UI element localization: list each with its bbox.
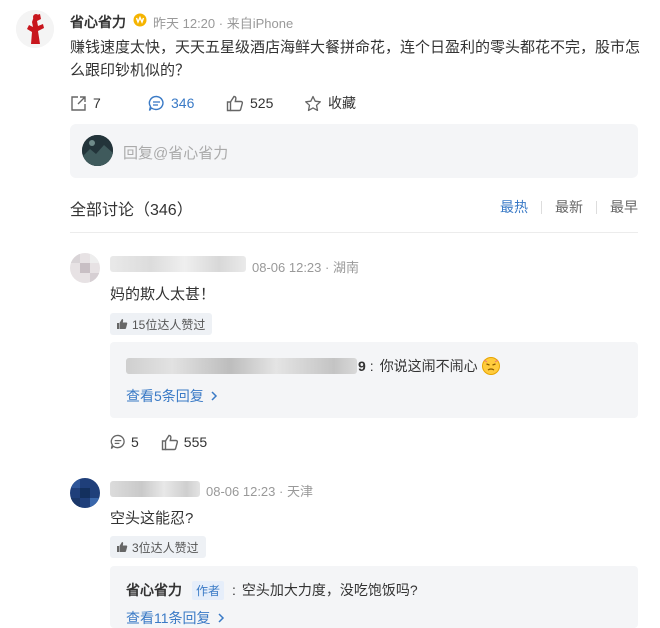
discussion-title: 全部讨论（346） [70, 202, 193, 219]
post-meta: 昨天 12:20 · 来自iPhone [153, 16, 294, 31]
like-button[interactable]: 525 [226, 92, 273, 114]
comment-username-blurred[interactable] [110, 481, 200, 497]
sub-replies-panel: 省心省力 作者 : 空头加大力度，没吃饱饭吗? 查看11条回复 [110, 566, 638, 628]
vip-badge-icon [133, 13, 147, 27]
annoyed-emoji-icon [481, 357, 500, 375]
post-username[interactable]: 省心省力 [70, 12, 126, 32]
thumbs-up-icon [226, 95, 244, 111]
comment-like-button[interactable]: 555 [161, 434, 207, 451]
colon: : [369, 358, 374, 374]
red-figure-icon [16, 10, 54, 48]
current-user-avatar [82, 135, 113, 166]
comment-text: 空头这能忍? [110, 510, 194, 527]
thumbs-up-icon [117, 542, 128, 552]
view-more-replies-label: 查看11条回复 [126, 610, 211, 626]
favorite-button[interactable]: 收藏 [304, 92, 356, 114]
sub-reply-text: 你说这闹不闹心 [379, 358, 478, 374]
sort-hot[interactable]: 最热 [500, 197, 528, 217]
sort-divider [596, 200, 597, 214]
comment-count: 346 [171, 95, 195, 111]
likes-badge-text: 3位达人赞过 [132, 540, 199, 555]
like-count: 525 [250, 95, 274, 111]
chevron-right-icon [218, 613, 224, 623]
divider [70, 232, 638, 233]
comment-meta: 08-06 12:23 · 湖南 [252, 260, 359, 275]
favorite-label: 收藏 [328, 95, 356, 111]
comment-actions: 5 555 [110, 432, 229, 452]
user-avatar[interactable] [16, 10, 54, 48]
likes-badge[interactable]: 3位达人赞过 [110, 536, 206, 558]
post-time: 昨天 12:20 [153, 16, 216, 31]
comment-reply-button[interactable]: 5 [110, 434, 139, 450]
comment-like-count: 555 [183, 434, 208, 450]
repost-icon [71, 95, 86, 111]
comment-location: 湖南 [332, 260, 359, 275]
star-icon [305, 95, 321, 111]
sub-reply: 9 : 你说这闹不闹心 [126, 356, 501, 376]
thumbs-up-icon [117, 319, 128, 329]
comment-date: 08-06 12:23 [206, 484, 276, 499]
comment-reply-count: 5 [131, 434, 139, 450]
dark-landscape-icon [82, 135, 113, 166]
post-actions: 7 346 525 收藏 [70, 92, 630, 114]
comment-icon [110, 434, 125, 449]
sub-reply-text: 空头加大力度，没吃饱饭吗? [241, 582, 418, 598]
view-more-replies[interactable]: 查看11条回复 [126, 608, 226, 628]
sub-reply-name-tail[interactable]: 9 [358, 358, 366, 374]
view-more-replies[interactable]: 查看5条回复 [126, 386, 219, 406]
sort-tabs: 最热 最新 最早 [500, 198, 638, 216]
view-more-replies-label: 查看5条回复 [126, 388, 204, 404]
sub-reply: 省心省力 作者 : 空头加大力度，没吃饱饭吗? [126, 580, 418, 600]
likes-badge-text: 15位达人赞过 [132, 317, 206, 332]
sub-replies-panel: 9 : 你说这闹不闹心 查看5条回复 [110, 342, 638, 418]
comment-date: 08-06 12:23 [252, 260, 322, 275]
comment-meta: 08-06 12:23 · 天津 [206, 484, 313, 499]
comment-text: 妈的欺人太甚！ [110, 286, 216, 303]
sort-newest[interactable]: 最新 [555, 197, 583, 217]
post-text: 赚钱速度太快，天天五星级酒店海鲜大餐拼命花，连个日盈利的零头都花不完，股市怎么跟… [70, 39, 641, 79]
sub-reply-username[interactable]: 省心省力 [126, 580, 182, 600]
comment-avatar[interactable] [70, 253, 100, 283]
reply-input-box[interactable]: 回复@省心省力 [70, 124, 638, 178]
comment-avatar[interactable] [70, 478, 100, 508]
repost-button[interactable]: 7 [70, 92, 101, 114]
comment-icon [148, 95, 164, 111]
comment-username-blurred[interactable] [110, 256, 246, 272]
author-tag: 作者 [192, 580, 225, 600]
comment-button[interactable]: 346 [148, 92, 194, 114]
chevron-right-icon [211, 391, 217, 401]
colon: : [232, 582, 236, 598]
blurred-avatar-icon [70, 478, 100, 508]
reply-placeholder: 回复@省心省力 [123, 145, 229, 162]
repost-count: 7 [93, 95, 101, 111]
post-source: 来自iPhone [226, 16, 294, 31]
comment-location: 天津 [286, 484, 313, 499]
blurred-avatar-icon [70, 253, 100, 283]
sort-oldest[interactable]: 最早 [610, 197, 638, 217]
sub-reply-username-blurred[interactable] [126, 358, 357, 374]
likes-badge[interactable]: 15位达人赞过 [110, 313, 213, 335]
thumbs-up-icon [161, 434, 178, 450]
sort-divider [541, 200, 542, 214]
